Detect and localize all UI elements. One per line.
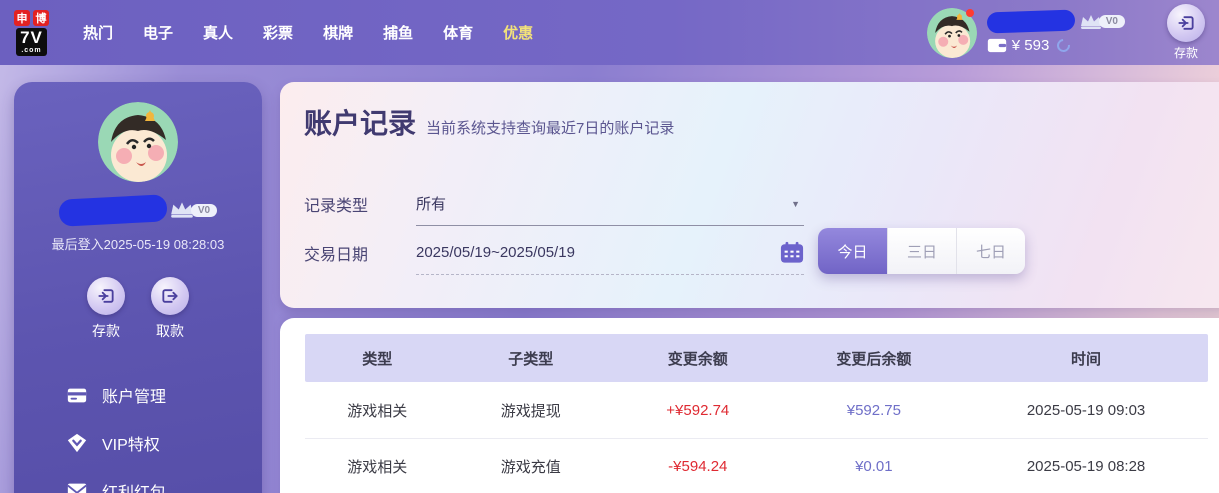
record-time: 2025-05-19 09:03 [964, 402, 1208, 419]
tab-three-days[interactable]: 三日 [887, 228, 956, 274]
vip-level-badge: V0 [191, 204, 217, 217]
main-nav: 热门 电子 真人 彩票 棋牌 捕鱼 体育 优惠 [83, 22, 533, 43]
user-avatar[interactable] [927, 8, 977, 58]
sidebar: V0 最后登入2025-05-19 08:28:03 存款 [14, 82, 262, 493]
brand-seal-left: 申 [14, 10, 30, 26]
col-change: 变更余额 [612, 348, 784, 369]
nav-item-lottery[interactable]: 彩票 [263, 22, 293, 43]
deposit-label: 存款 [1174, 44, 1198, 61]
table-row: 游戏相关 游戏充值 -¥594.24 ¥0.01 2025-05-19 08:2… [305, 438, 1208, 493]
brand-seals: 申 博 [14, 10, 49, 26]
topbar-deposit-button[interactable]: 存款 [1167, 4, 1205, 61]
user-info: V0 ¥ 593 [987, 11, 1125, 54]
calendar-icon[interactable] [780, 241, 804, 264]
username-redacted [58, 194, 167, 227]
sidebar-avatar[interactable] [98, 102, 178, 182]
records-table-panel: 类型 子类型 变更余额 变更后余额 时间 游戏相关 游戏提现 +¥592.74 … [280, 318, 1219, 493]
sidebar-deposit-button[interactable]: 存款 [87, 277, 125, 341]
sidebar-item-bonus-redpacket[interactable]: 红利红包 [66, 467, 262, 493]
sidebar-quick-actions: 存款 取款 [14, 277, 262, 341]
col-type: 类型 [305, 348, 449, 369]
nav-item-sports[interactable]: 体育 [443, 22, 473, 43]
deposit-icon [1167, 4, 1205, 42]
chevron-down-icon[interactable]: ▼ [791, 199, 800, 209]
brand-seal-right: 博 [33, 10, 49, 26]
vip-level-badge: V0 [1099, 15, 1125, 28]
username-redacted[interactable] [986, 9, 1075, 33]
account-records-panel: 账户记录 当前系统支持查询最近7日的账户记录 记录类型 所有 ▼ 交易日期 20… [280, 82, 1219, 308]
tab-seven-days[interactable]: 七日 [956, 228, 1025, 274]
avatar-image [98, 102, 178, 182]
nav-item-hot[interactable]: 热门 [83, 22, 113, 43]
sidebar-menu: 账户管理 VIP特权 红利红包 [14, 371, 262, 493]
sidebar-item-account-management[interactable]: 账户管理 [66, 371, 262, 419]
nav-item-live[interactable]: 真人 [203, 22, 233, 43]
nav-item-cards[interactable]: 棋牌 [323, 22, 353, 43]
envelope-icon [66, 480, 88, 493]
after-balance: ¥592.75 [784, 402, 965, 419]
notification-dot [966, 9, 974, 17]
sidebar-item-vip-privileges[interactable]: VIP特权 [66, 419, 262, 467]
col-time: 时间 [964, 348, 1208, 369]
sidebar-user-line: V0 [14, 194, 262, 226]
change-amount: +¥592.74 [612, 402, 784, 419]
after-balance: ¥0.01 [784, 458, 965, 475]
withdraw-icon [151, 277, 189, 315]
deposit-icon [87, 277, 125, 315]
page-subtitle: 当前系统支持查询最近7日的账户记录 [426, 117, 674, 138]
table-row: 游戏相关 游戏提现 +¥592.74 ¥592.75 2025-05-19 09… [305, 382, 1208, 438]
record-time: 2025-05-19 08:28 [964, 458, 1208, 475]
user-cluster: V0 ¥ 593 存款 [927, 4, 1205, 61]
col-subtype: 子类型 [449, 348, 612, 369]
refresh-balance-icon[interactable] [1055, 36, 1073, 54]
wallet-icon [987, 38, 1007, 53]
brand-wordmark: 7V .com [16, 28, 47, 56]
top-navbar: 申 博 7V .com 热门 电子 真人 彩票 棋牌 捕鱼 体育 优惠 [0, 0, 1219, 65]
nav-item-promo[interactable]: 优惠 [503, 22, 533, 43]
balance-amount: ¥ 593 [1012, 37, 1050, 54]
table-header-row: 类型 子类型 变更余额 变更后余额 时间 [305, 334, 1208, 382]
change-amount: -¥594.24 [612, 458, 784, 475]
record-type-select[interactable]: 所有 ▼ [416, 182, 804, 226]
col-after-balance: 变更后余额 [784, 348, 965, 369]
nav-item-fishing[interactable]: 捕鱼 [383, 22, 413, 43]
nav-item-slots[interactable]: 电子 [143, 22, 173, 43]
vip-diamond-icon [66, 432, 88, 454]
page-title: 账户记录 [304, 102, 416, 142]
filters: 记录类型 所有 ▼ 交易日期 2025/05/19~2025/05/19 [304, 182, 804, 275]
date-range-tabs: 今日 三日 七日 [818, 228, 1025, 274]
bank-card-icon [66, 384, 88, 406]
sidebar-withdraw-button[interactable]: 取款 [151, 277, 189, 341]
tab-today[interactable]: 今日 [818, 228, 887, 274]
record-type-label: 记录类型 [304, 182, 416, 226]
brand-logo[interactable]: 申 博 7V .com [14, 10, 49, 56]
last-login-text: 最后登入2025-05-19 08:28:03 [14, 234, 262, 253]
transaction-date-label: 交易日期 [304, 231, 416, 275]
date-range-input[interactable]: 2025/05/19~2025/05/19 [416, 231, 804, 275]
